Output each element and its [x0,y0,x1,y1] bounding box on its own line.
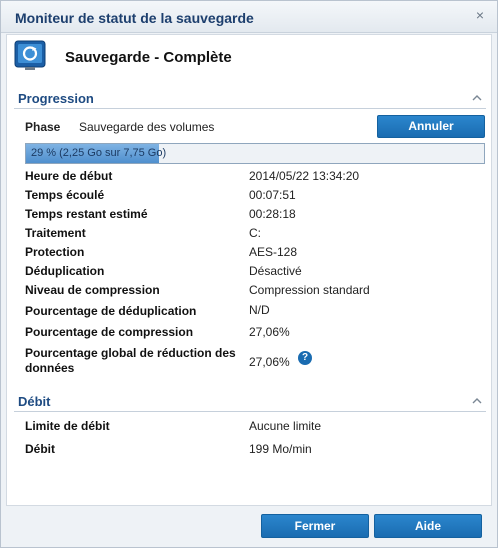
protection-label: Protection [25,245,85,259]
throughput-label: Débit [25,442,55,456]
compression-percentage-label: Pourcentage de compression [25,325,194,339]
backup-monitor-icon [14,40,46,70]
remaining-time-label: Temps restant estimé [25,207,148,221]
section-title-progression: Progression [18,91,94,106]
deduplication-value: Désactivé [249,264,302,278]
dedup-percentage-value: N/D [249,303,270,317]
throughput-value: 199 Mo/min [249,442,312,456]
close-icon[interactable]: × [473,8,487,22]
processing-value: C: [249,226,261,240]
start-time-label: Heure de début [25,169,113,183]
section-title-debit: Débit [18,394,51,409]
collapse-chevron-icon[interactable] [472,396,482,406]
phase-value: Sauvegarde des volumes [79,120,215,134]
compression-percentage-value: 27,06% [249,325,290,339]
global-reduction-label-line1: Pourcentage global de réduction des [25,346,236,360]
phase-label: Phase [25,120,61,134]
dedup-percentage-label: Pourcentage de déduplication [25,304,197,318]
backup-status-text: Sauvegarde - Complète [65,49,232,66]
start-time-value: 2014/05/22 13:34:20 [249,169,360,183]
remaining-time-value: 00:28:18 [249,207,296,221]
compression-level-value: Compression standard [249,283,370,297]
status-header: Sauvegarde - Complète [7,35,491,79]
elapsed-time-value: 00:07:51 [249,188,296,202]
global-reduction-label-line2: données [25,361,75,375]
help-question-icon[interactable]: ? [298,351,312,365]
title-bar: Moniteur de statut de la sauvegarde × [1,1,497,33]
backup-status-dialog: Moniteur de statut de la sauvegarde × Sa… [0,0,498,548]
global-reduction-value: 27,06% [249,355,290,369]
close-button[interactable]: Fermer [261,514,369,538]
content-panel: Sauvegarde - Complète Progression Phase … [6,34,492,506]
protection-value: AES-128 [249,245,298,259]
section-header-progression[interactable]: Progression [14,87,486,109]
compression-level-label: Niveau de compression [25,283,160,297]
elapsed-time-label: Temps écoulé [25,188,105,202]
throughput-limit-value: Aucune limite [249,419,322,433]
backup-progress-bar: 29 % (2,25 Go sur 7,75 Go) [25,143,485,164]
dialog-footer: Fermer Aide [1,506,497,547]
cancel-button[interactable]: Annuler [377,115,485,138]
section-header-debit[interactable]: Débit [14,390,486,412]
progress-text: 29 % (2,25 Go sur 7,75 Go) [31,147,167,159]
processing-label: Traitement [25,226,86,240]
throughput-limit-label: Limite de débit [25,419,110,433]
window-title: Moniteur de statut de la sauvegarde [15,10,254,26]
collapse-chevron-icon[interactable] [472,93,482,103]
help-button[interactable]: Aide [374,514,482,538]
deduplication-label: Déduplication [25,264,105,278]
